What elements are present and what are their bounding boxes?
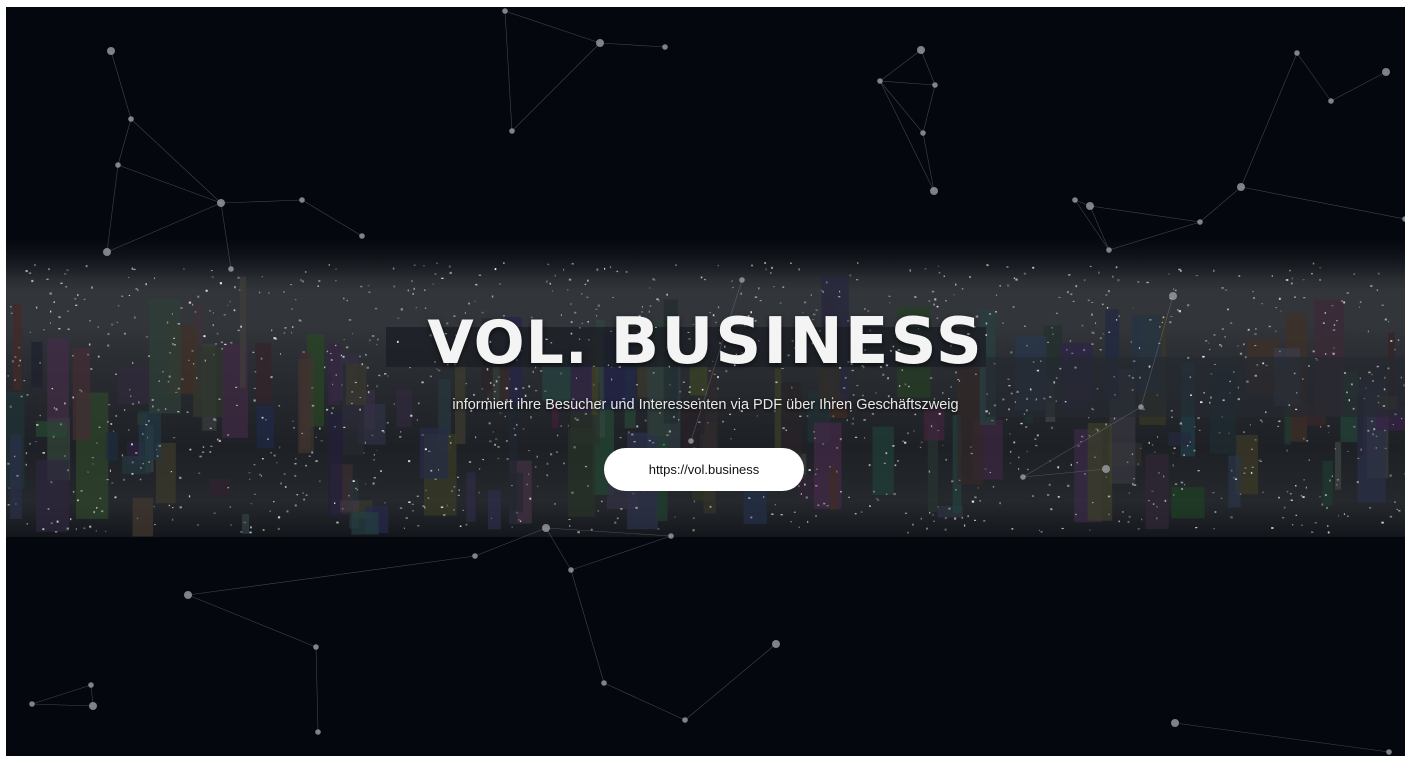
title-part-vol: VOL. <box>427 308 589 378</box>
website-link-button[interactable]: https://vol.business <box>604 448 804 491</box>
hero-content: VOL. BUSINESS informiert ihre Besucher u… <box>6 7 1405 756</box>
title-part-business: BUSINESS <box>610 305 984 379</box>
page-title: VOL. BUSINESS <box>6 307 1405 378</box>
hero-subtitle: informiert ihre Besucher und Interessent… <box>452 397 959 413</box>
hero-banner: VOL. BUSINESS informiert ihre Besucher u… <box>6 7 1405 756</box>
